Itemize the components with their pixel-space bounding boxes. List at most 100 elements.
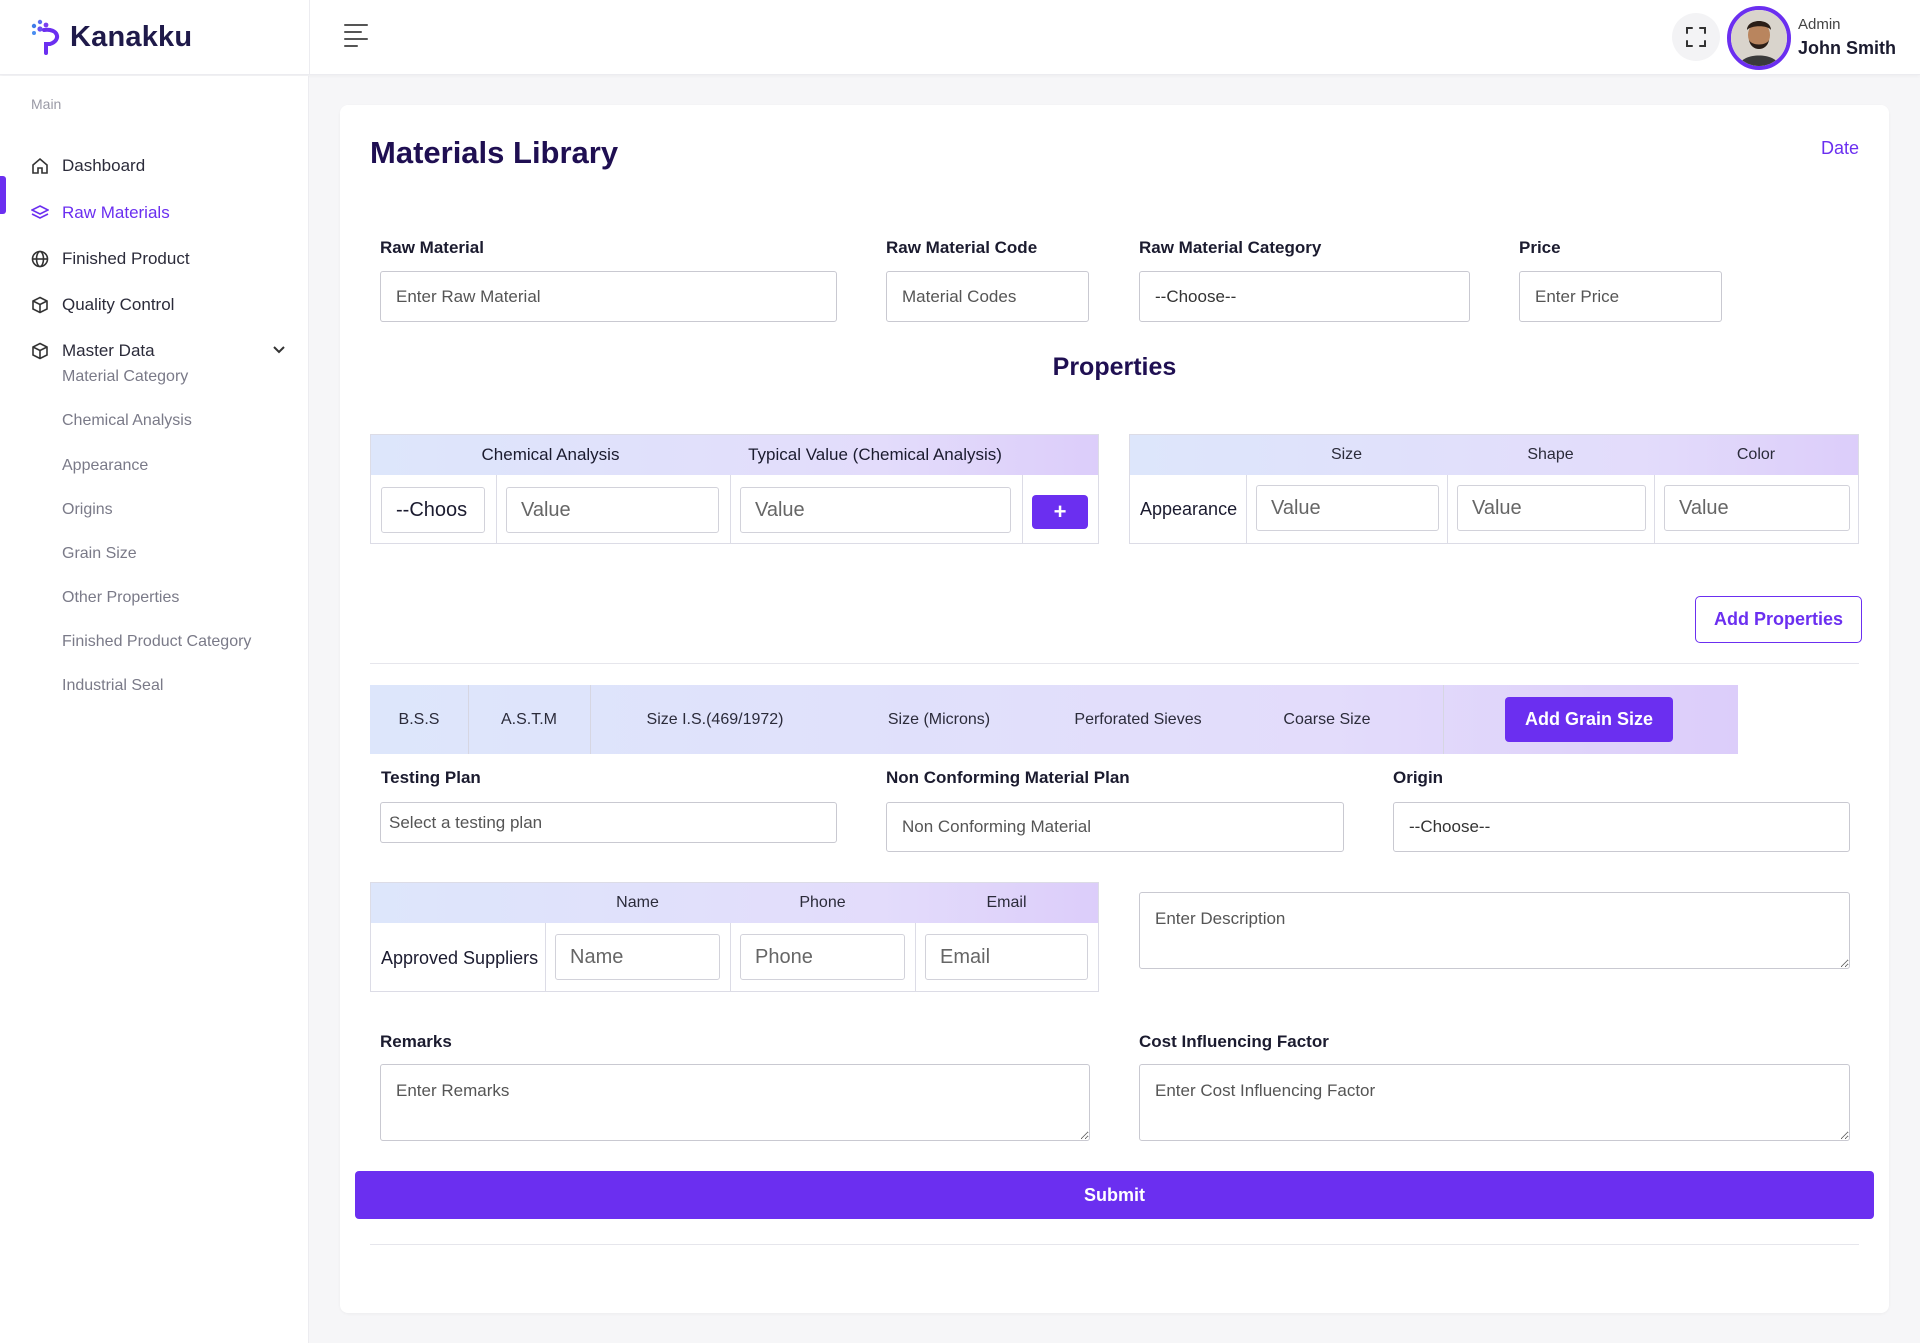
add-chemical-button[interactable]: + [1032,495,1088,529]
grain-column-astm: A.S.T.M [500,710,557,728]
home-icon [30,156,50,176]
cell-divider [1022,475,1023,543]
column-header: Phone [799,894,846,911]
approved-suppliers-table: Name Phone Email Approved Suppliers [370,882,1099,992]
sidebar-item-label: Master Data [62,341,155,360]
supplier-phone-input[interactable] [740,934,905,980]
user-name: John Smith [1798,38,1896,58]
layers-icon [30,203,50,223]
typical-value-input[interactable] [740,487,1011,533]
remarks-label: Remarks [380,1032,452,1051]
price-label: Price [1519,238,1561,257]
raw-material-input[interactable] [380,271,837,322]
column-header: Chemical Analysis [481,445,620,464]
logo-icon [31,19,60,55]
supplier-name-input[interactable] [555,934,720,980]
sidebar-item-dashboard[interactable]: Dashboard [0,146,309,186]
description-textarea[interactable] [1139,892,1850,969]
sidebar-item-label: Raw Materials [62,203,170,222]
cell-divider [545,923,546,991]
price-input[interactable] [1519,271,1722,322]
box-icon [30,341,50,361]
sidebar-subitem-material-category[interactable]: Material Category [62,368,188,386]
grain-column-size-is: Size I.S.(469/1972) [646,710,784,728]
column-header: Email [986,894,1027,911]
cell-divider [1447,475,1448,543]
sidebar-item-finished-product[interactable]: Finished Product [0,239,309,279]
divider [370,663,1859,664]
origin-select[interactable]: --Choose-- [1393,802,1850,852]
add-properties-button[interactable]: Add Properties [1695,596,1863,643]
testing-plan-label: Testing Plan [381,768,481,787]
grain-column-perforated-sieves: Perforated Sieves [1074,710,1202,728]
raw-material-category-select[interactable]: --Choose-- [1139,271,1470,322]
globe-icon [30,249,50,269]
color-input[interactable] [1664,485,1850,531]
fullscreen-icon [1686,27,1706,47]
sidebar-item-master-data[interactable]: Master Data [0,331,309,371]
sidebar-subitem-industrial-seal[interactable]: Industrial Seal [62,677,163,695]
grain-column-size-microns: Size (Microns) [887,710,991,728]
user-avatar[interactable] [1727,6,1791,70]
non-conforming-input[interactable] [886,802,1344,852]
box-icon [30,295,50,315]
shape-input[interactable] [1457,485,1646,531]
column-header: Typical Value (Chemical Analysis) [748,445,1002,464]
select-value: --Choose-- [1155,286,1237,306]
sidebar-subitem-appearance[interactable]: Appearance [62,457,148,475]
menu-toggle-icon[interactable] [344,24,372,48]
sidebar-subitem-origins[interactable]: Origins [62,501,113,519]
sidebar: Main Dashboard Raw Materials Finished Pr… [0,76,309,1343]
column-header: Name [616,894,659,911]
raw-material-category-label: Raw Material Category [1139,238,1322,257]
cell-divider [915,923,916,991]
select-value: --Choose-- [1409,817,1491,836]
cost-factor-label: Cost Influencing Factor [1139,1032,1329,1051]
cell-divider [730,923,731,991]
chemical-value-input[interactable] [506,487,719,533]
select-value: --Choos [396,498,468,521]
appearance-table: Size Shape Color Appearance [1129,434,1859,544]
sidebar-subitem-finished-product-category[interactable]: Finished Product Category [62,633,251,651]
divider [370,1244,1859,1245]
suppliers-row-label: Approved Suppliers [381,948,539,968]
supplier-email-input[interactable] [925,934,1088,980]
fullscreen-button[interactable] [1672,13,1720,61]
non-conforming-label: Non Conforming Material Plan [886,768,1130,787]
header-divider [309,0,310,75]
size-input[interactable] [1256,485,1439,531]
sidebar-subitem-other-properties[interactable]: Other Properties [62,589,179,607]
user-role: Admin [1798,16,1841,33]
column-header: Color [1736,446,1776,463]
origin-label: Origin [1393,768,1444,787]
add-grain-size-button[interactable]: Add Grain Size [1505,697,1674,742]
cell-divider [496,475,497,543]
raw-material-code-input[interactable] [886,271,1089,322]
app-name: Kanakku [70,20,193,53]
sidebar-item-quality-control[interactable]: Quality Control [0,285,309,325]
sidebar-subitem-grain-size[interactable]: Grain Size [62,545,137,563]
testing-plan-input[interactable] [380,802,837,843]
avatar-icon [1731,10,1787,66]
page-title: Materials Library [370,135,619,170]
submit-button[interactable]: Submit [355,1171,1874,1219]
chevron-down-icon [273,346,285,354]
sidebar-item-label: Quality Control [62,295,175,314]
grain-column-bss: B.S.S [398,710,440,728]
column-header: Size [1330,446,1363,463]
app-logo[interactable]: Kanakku [28,18,192,56]
cell-divider [1654,475,1655,543]
top-header: Kanakku Admin John Smith [0,0,1920,75]
chemical-analysis-table: Chemical Analysis Typical Value (Chemica… [370,434,1099,544]
cell-divider [1443,685,1444,754]
sidebar-item-raw-materials[interactable]: Raw Materials [0,193,309,233]
raw-material-code-label: Raw Material Code [886,238,1038,257]
cell-divider [1246,475,1247,543]
sidebar-item-label: Finished Product [62,249,190,268]
properties-title: Properties [1052,353,1177,381]
sidebar-subitem-chemical-analysis[interactable]: Chemical Analysis [62,412,192,430]
date-link[interactable]: Date [1821,138,1859,159]
remarks-textarea[interactable] [380,1064,1090,1141]
chemical-select[interactable]: --Choos [381,487,485,533]
cost-factor-textarea[interactable] [1139,1064,1850,1141]
